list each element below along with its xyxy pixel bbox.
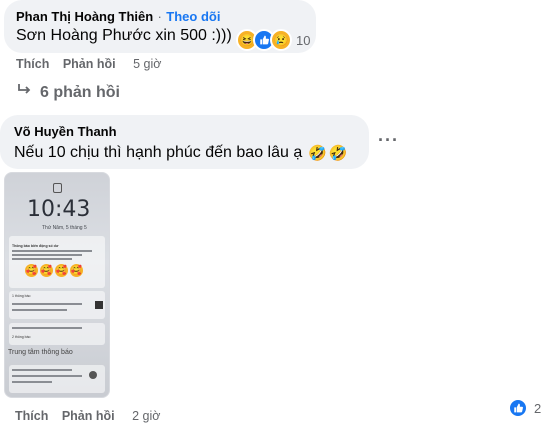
- notification-card: 1 thông báo: [9, 291, 105, 319]
- notification-line: [12, 250, 92, 252]
- notification-card: 2 thông báo: [9, 323, 105, 345]
- comment-text-row: Nếu 10 chịu thì hạnh phúc đến bao lâu ạ …: [14, 144, 348, 162]
- notification-card: [9, 365, 105, 393]
- attached-screenshot[interactable]: 10:43 Thứ Năm, 5 tháng 5 Thông báo biến …: [4, 172, 110, 398]
- hug-emoji-icon: 🥰: [70, 264, 83, 277]
- notification-line: [12, 369, 72, 371]
- comment-author[interactable]: Phan Thị Hoàng Thiên: [16, 9, 153, 24]
- hug-emoji-icon: 🥰: [55, 264, 68, 277]
- comment-time[interactable]: 5 giờ: [133, 57, 161, 71]
- notification-line: [12, 303, 82, 305]
- comment-header: Phan Thị Hoàng Thiên · Theo dõi: [16, 8, 220, 26]
- notification-count: 2 thông báo: [12, 335, 31, 339]
- reply-button[interactable]: Phản hồi: [63, 57, 116, 71]
- rofl-emoji-icon: 🤣: [308, 145, 327, 162]
- reaction-count: 2: [534, 400, 542, 416]
- comment-actions: Thích Phản hồi 2 giờ: [15, 409, 160, 423]
- reply-button[interactable]: Phản hồi: [62, 409, 115, 423]
- notification-line: [12, 381, 52, 383]
- notification-card: Thông báo biến động số dư 🥰 🥰 🥰 🥰: [9, 236, 105, 288]
- notification-line: [12, 309, 67, 311]
- emoji-row: 🥰 🥰 🥰 🥰: [25, 264, 83, 277]
- like-button[interactable]: Thích: [15, 409, 48, 423]
- notification-count: 1 thông báo: [12, 294, 31, 298]
- reaction-count: 10: [296, 32, 311, 48]
- comment-time[interactable]: 2 giờ: [132, 409, 160, 423]
- more-options-icon[interactable]: ···: [378, 130, 399, 151]
- view-replies-toggle[interactable]: 6 phản hồi: [16, 83, 120, 102]
- lock-icon: [53, 183, 62, 193]
- follow-button[interactable]: Theo dõi: [166, 9, 220, 24]
- hug-emoji-icon: 🥰: [40, 264, 53, 277]
- notification-center-label: Trung tâm thông báo: [8, 349, 73, 356]
- separator-dot: ·: [157, 10, 162, 24]
- comment-author[interactable]: Võ Huyền Thanh: [14, 124, 117, 139]
- camera-icon: [89, 371, 97, 379]
- notification-line: [12, 258, 72, 260]
- reaction-summary[interactable]: 😆 😢 10: [236, 29, 310, 51]
- thumbnail-icon: [95, 301, 103, 309]
- comment-text: Nếu 10 chịu thì hạnh phúc đến bao lâu ạ: [14, 144, 303, 161]
- notification-line: [12, 254, 82, 256]
- notification-line: [12, 327, 82, 329]
- notification-line: [12, 375, 82, 377]
- lockscreen-date: Thứ Năm, 5 tháng 5: [42, 225, 87, 231]
- reaction-summary[interactable]: 2: [508, 398, 541, 418]
- like-button[interactable]: Thích: [16, 57, 49, 71]
- comment-text: Sơn Hoàng Phước xin 500 :))): [16, 27, 232, 44]
- notification-title: Thông báo biến động số dư: [12, 244, 59, 248]
- rofl-emoji-icon: 🤣: [328, 145, 348, 162]
- replies-count-label[interactable]: 6 phản hồi: [40, 84, 120, 102]
- hug-emoji-icon: 🥰: [25, 264, 38, 277]
- lockscreen-time: 10:43: [27, 197, 91, 222]
- sad-reaction-icon: 😢: [270, 29, 292, 51]
- comment-actions: Thích Phản hồi 5 giờ: [16, 57, 161, 71]
- reply-arrow-icon: [16, 83, 32, 102]
- like-reaction-icon: [508, 398, 528, 418]
